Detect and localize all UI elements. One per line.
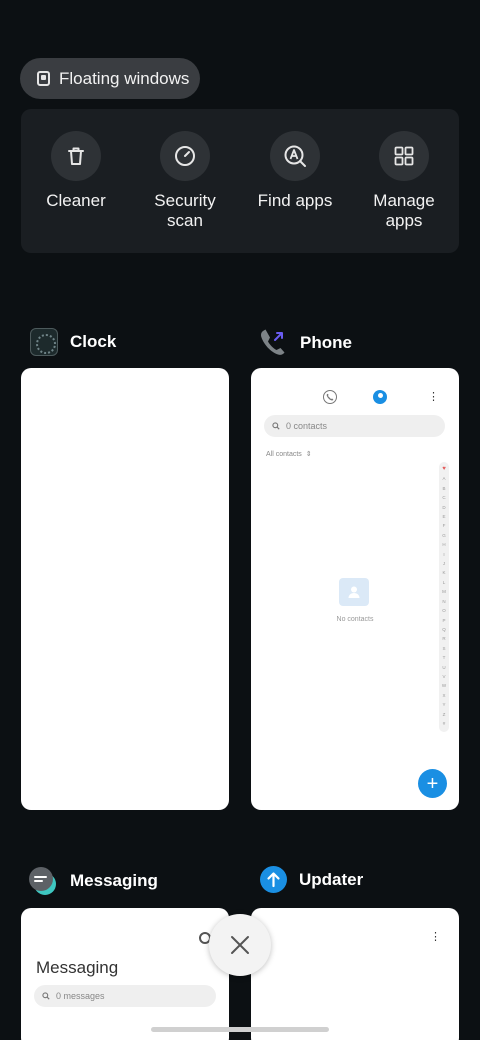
messages-search-placeholder: 0 messages bbox=[56, 991, 105, 1001]
alphabet-index-letter[interactable]: G bbox=[442, 531, 446, 540]
alphabet-index-letter[interactable]: J bbox=[443, 559, 445, 568]
alphabet-index-letter[interactable]: H bbox=[442, 540, 445, 549]
clock-app-icon bbox=[30, 328, 58, 356]
phone-tabs bbox=[323, 390, 387, 404]
quick-tools-panel: Cleaner Security scan Find apps Manage a… bbox=[21, 109, 459, 253]
home-gesture-bar[interactable] bbox=[151, 1027, 329, 1032]
alphabet-index-letter[interactable]: K bbox=[442, 568, 445, 577]
cleaner-label: Cleaner bbox=[46, 191, 106, 210]
phone-recent-card[interactable]: ⋮ 0 contacts All contacts ⇕ ♥ ABCDEFGHIJ… bbox=[251, 368, 459, 810]
security-scan-label: Security scan bbox=[154, 191, 216, 230]
messaging-app-header[interactable]: Messaging bbox=[28, 866, 158, 896]
alphabet-index-letter[interactable]: I bbox=[443, 550, 444, 559]
contacts-tab-icon[interactable] bbox=[373, 390, 387, 404]
call-log-tab-icon[interactable] bbox=[323, 390, 337, 404]
alphabet-index-letter[interactable]: F bbox=[443, 521, 446, 530]
alphabet-index-letter[interactable]: C bbox=[442, 493, 445, 502]
find-apps-label: Find apps bbox=[257, 191, 333, 210]
trash-icon bbox=[68, 147, 84, 165]
phone-app-icon bbox=[261, 329, 285, 355]
find-apps-circle bbox=[270, 131, 320, 181]
alphabet-index-letter[interactable]: A bbox=[442, 474, 445, 483]
alphabet-index-letter[interactable]: X bbox=[442, 691, 445, 700]
alphabet-index-letter[interactable]: V bbox=[442, 672, 445, 681]
alphabet-index-letter[interactable]: W bbox=[442, 681, 446, 690]
sort-arrows-icon: ⇕ bbox=[303, 451, 312, 458]
alphabet-index-letter[interactable]: M bbox=[442, 587, 446, 596]
alphabet-index-letter[interactable]: R bbox=[442, 634, 445, 643]
close-icon bbox=[231, 936, 249, 954]
floating-windows-button[interactable]: Floating windows bbox=[20, 58, 200, 99]
search-icon bbox=[42, 992, 50, 1000]
floating-window-icon bbox=[37, 71, 50, 86]
person-icon bbox=[348, 586, 360, 598]
alphabet-index-letter[interactable]: # bbox=[443, 719, 446, 728]
clock-recent-card[interactable] bbox=[21, 368, 229, 810]
contacts-filter-label: All contacts bbox=[266, 451, 302, 458]
alphabet-index-letter[interactable]: Z bbox=[443, 710, 446, 719]
search-icon bbox=[272, 422, 280, 430]
messaging-app-icon bbox=[29, 867, 56, 895]
messages-search-input[interactable]: 0 messages bbox=[34, 985, 216, 1007]
alphabet-index-letter[interactable]: S bbox=[442, 644, 445, 653]
alphabet-index-letter[interactable]: U bbox=[442, 663, 445, 672]
updater-recent-card[interactable]: ⋮ bbox=[251, 908, 459, 1040]
updater-app-name: Updater bbox=[299, 869, 364, 889]
security-scan-circle bbox=[160, 131, 210, 181]
clock-app-name: Clock bbox=[70, 332, 117, 351]
contacts-search-input[interactable]: 0 contacts bbox=[264, 415, 445, 437]
manage-apps-label: Manage apps bbox=[373, 191, 435, 230]
cleaner-circle bbox=[51, 131, 101, 181]
alphabet-index-letter[interactable]: O bbox=[442, 606, 446, 615]
handset-icon bbox=[326, 393, 334, 401]
gauge-icon bbox=[175, 146, 195, 166]
clear-all-button[interactable] bbox=[209, 914, 271, 976]
messaging-recent-card[interactable]: Messaging 0 messages bbox=[21, 908, 229, 1040]
phone-app-name: Phone bbox=[300, 333, 352, 352]
alphabet-index-letter[interactable]: Y bbox=[442, 700, 445, 709]
floating-windows-label: Floating windows bbox=[59, 68, 190, 88]
manage-apps-circle bbox=[379, 131, 429, 181]
alphabet-index-letter[interactable]: E bbox=[442, 512, 445, 521]
empty-contacts-icon bbox=[339, 578, 369, 606]
alphabet-index-letter[interactable]: D bbox=[442, 503, 445, 512]
security-scan-button[interactable]: Security scan bbox=[130, 131, 240, 231]
cleaner-button[interactable]: Cleaner bbox=[21, 131, 131, 211]
updater-app-header[interactable]: Updater bbox=[260, 866, 363, 893]
alphabet-index-letter[interactable]: T bbox=[443, 653, 446, 662]
favorites-heart-icon: ♥ bbox=[442, 466, 446, 472]
phone-app-header[interactable]: Phone bbox=[258, 328, 352, 358]
messaging-app-name: Messaging bbox=[70, 871, 158, 890]
clock-app-header[interactable]: Clock bbox=[30, 328, 116, 356]
empty-contacts-text: No contacts bbox=[336, 616, 374, 623]
messaging-title: Messaging bbox=[36, 958, 119, 977]
alphabet-index-letter[interactable]: B bbox=[442, 484, 445, 493]
manage-apps-button[interactable]: Manage apps bbox=[349, 131, 459, 231]
alphabet-index-letter[interactable]: L bbox=[443, 578, 446, 587]
more-options-icon[interactable]: ⋮ bbox=[430, 932, 441, 943]
contacts-search-placeholder: 0 contacts bbox=[286, 421, 328, 431]
contacts-filter[interactable]: All contacts ⇕ bbox=[266, 450, 312, 458]
updater-app-icon bbox=[260, 866, 287, 893]
find-apps-icon bbox=[284, 145, 306, 167]
find-apps-button[interactable]: Find apps bbox=[240, 131, 350, 211]
grid-icon bbox=[394, 146, 414, 166]
alphabet-index[interactable]: ♥ A B C D E F G H I J K L M N O P Q R S T U V W X Y Z # bbox=[439, 462, 449, 732]
alphabet-index-letter[interactable]: Q bbox=[442, 625, 446, 634]
add-contact-button[interactable]: + bbox=[418, 769, 447, 798]
more-options-icon[interactable]: ⋮ bbox=[428, 392, 439, 403]
alphabet-index-letter[interactable]: N bbox=[442, 597, 445, 606]
